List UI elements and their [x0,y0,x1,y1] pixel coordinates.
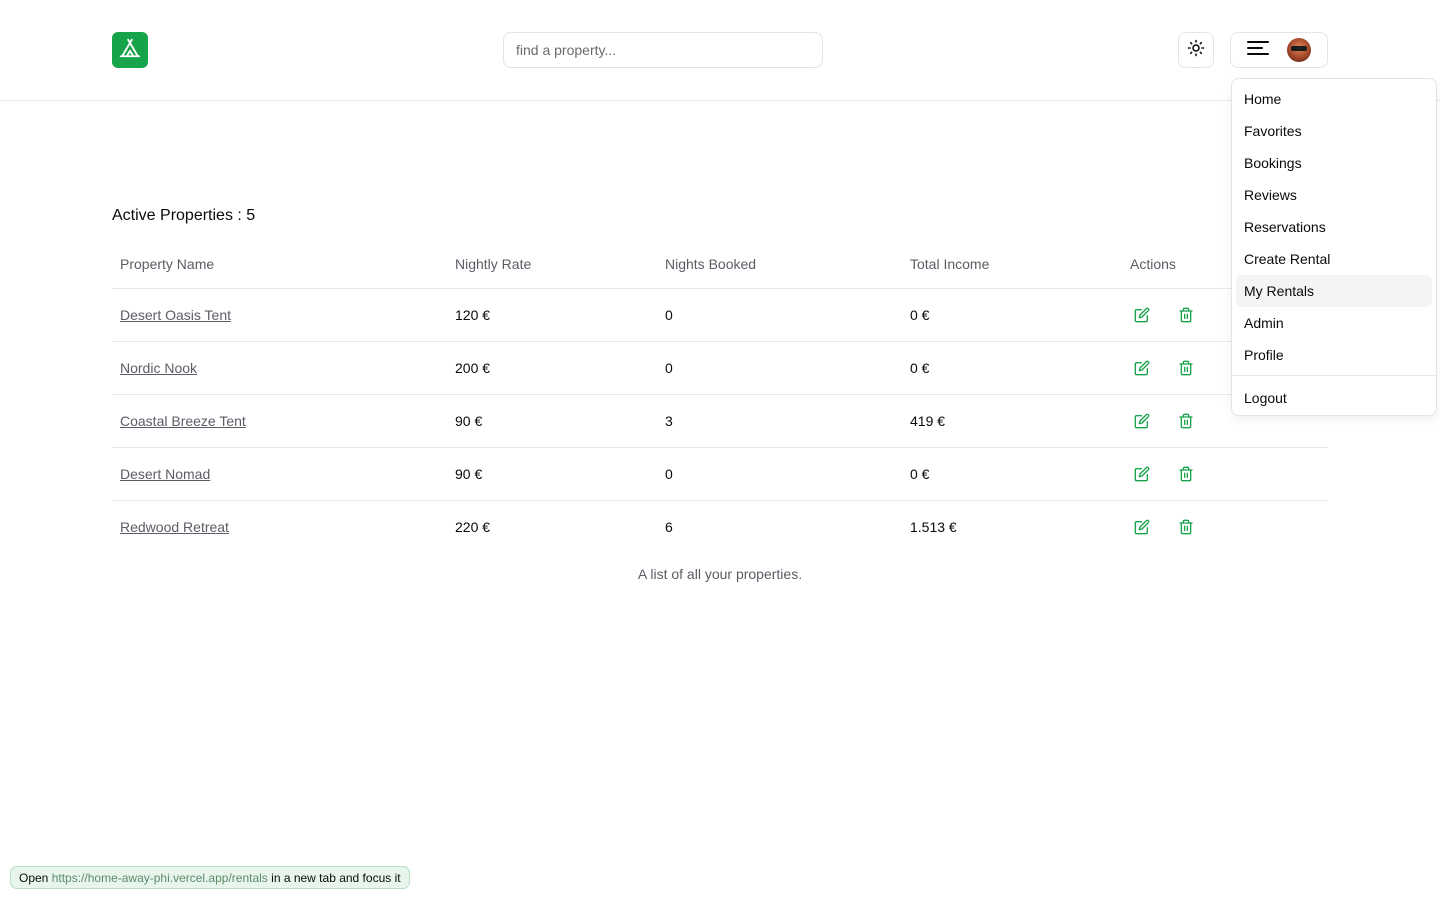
tent-icon [119,37,141,64]
menu-separator [1232,375,1436,376]
table-caption: A list of all your properties. [637,566,803,582]
nights-booked: 0 [657,447,902,501]
table-header-row: Property Name Nightly Rate Nights Booked… [112,240,1328,289]
table-row: Nordic Nook 200 € 0 0 € [112,341,1328,395]
edit-icon[interactable] [1130,356,1154,380]
menu-item-reviews[interactable]: Reviews [1236,179,1432,211]
page-title: Active Properties : 5 [112,207,256,224]
search-input[interactable] [503,32,823,68]
avatar [1287,38,1311,62]
edit-icon[interactable] [1130,462,1154,486]
column-header: Total Income [902,240,1122,289]
properties-table: Property Name Nightly Rate Nights Booked… [112,240,1328,553]
tooltip-suffix: in a new tab and focus it [271,870,401,885]
logo[interactable] [112,32,148,68]
nights-booked: 6 [665,518,673,535]
menu-item-home[interactable]: Home [1236,83,1432,115]
menu-item-admin[interactable]: Admin [1236,307,1432,339]
total-income: 0 € [902,341,1122,395]
trash-icon[interactable] [1174,303,1198,327]
total-income: 0 € [902,288,1122,342]
nightly-rate: 200 € [447,341,657,395]
nightly-rate: 90 € [447,447,657,501]
property-link[interactable]: Desert Oasis Tent [120,307,231,323]
navbar [0,0,1440,101]
nightly-rate: 90 € [447,394,657,448]
table-row: Desert Nomad 90 € 0 0 € [112,447,1328,501]
column-header: Property Name [112,240,447,289]
column-header: Nightly Rate [447,240,657,289]
table-row: Desert Oasis Tent 120 € 0 0 € [112,288,1328,342]
nightly-rate: 120 € [447,288,657,342]
table-row: Coastal Breeze Tent 90 € 3 419 € [112,394,1328,448]
table-row: Redwood Retreat 220 € 6 1.513 € [112,500,1328,553]
trash-icon[interactable] [1174,515,1198,539]
column-header: Nights Booked [657,240,902,289]
edit-icon[interactable] [1130,303,1154,327]
trash-icon[interactable] [1174,409,1198,433]
menu-item-bookings[interactable]: Bookings [1236,147,1432,179]
total-income: 419 € [902,394,1122,448]
user-menu-button[interactable] [1230,32,1328,68]
tooltip-url: https://home-away-phi.vercel.app/rentals [51,870,268,885]
edit-icon[interactable] [1130,515,1154,539]
property-link[interactable]: Nordic Nook [120,360,197,376]
nights-booked: 0 [657,341,902,395]
tooltip-prefix: Open [19,870,49,885]
property-link[interactable]: Redwood Retreat [120,519,229,535]
edit-icon[interactable] [1130,409,1154,433]
menu-item-profile[interactable]: Profile [1236,339,1432,371]
menu-item-favorites[interactable]: Favorites [1236,115,1432,147]
theme-toggle-button[interactable] [1178,32,1214,68]
trash-icon[interactable] [1174,356,1198,380]
menu-item-reservations[interactable]: Reservations [1236,211,1432,243]
total-income: 0 € [902,447,1122,501]
user-dropdown-menu: Home Favorites Bookings Reviews Reservat… [1231,78,1437,416]
menu-item-my-rentals[interactable]: My Rentals [1236,275,1432,307]
menu-item-create-rental[interactable]: Create Rental [1236,243,1432,275]
total-income: 1.513 € [910,518,957,535]
sun-icon [1187,39,1205,62]
nights-booked: 3 [657,394,902,448]
link-hint-tooltip: Open https://home-away-phi.vercel.app/re… [10,866,410,889]
menu-item-logout[interactable]: Logout [1236,380,1432,416]
trash-icon[interactable] [1174,462,1198,486]
hamburger-icon [1247,40,1269,61]
nightly-rate: 220 € [455,518,491,535]
property-link[interactable]: Coastal Breeze Tent [120,413,246,429]
nights-booked: 0 [657,288,902,342]
property-link[interactable]: Desert Nomad [120,466,210,482]
